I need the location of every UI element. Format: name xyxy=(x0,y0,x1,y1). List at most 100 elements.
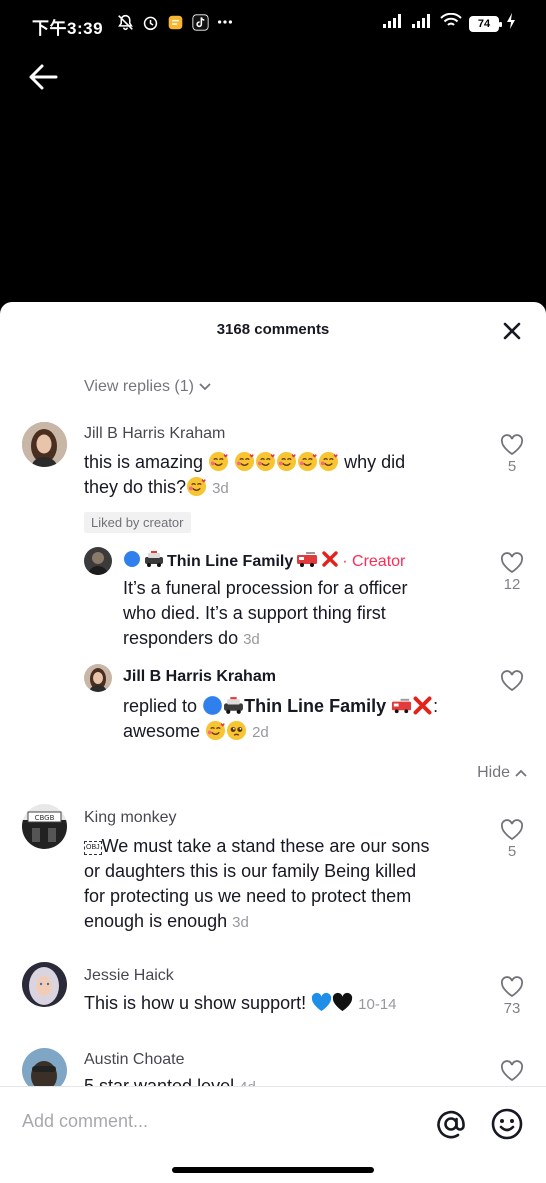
like-count: 5 xyxy=(507,843,517,860)
comment-text-part: 5 star wanted level xyxy=(84,1076,235,1086)
like-count: 5 xyxy=(507,458,517,475)
emoji-button[interactable] xyxy=(490,1107,524,1141)
smiling-hearts-emoji xyxy=(234,451,255,472)
chevron-down-icon xyxy=(199,383,211,391)
smiley-icon xyxy=(491,1108,523,1140)
svg-text:CBGB: CBGB xyxy=(35,814,55,822)
back-button[interactable] xyxy=(26,60,60,94)
close-icon xyxy=(503,322,521,340)
signal-icon xyxy=(411,13,433,34)
police-car-icon xyxy=(144,550,164,573)
like-button[interactable]: 5 xyxy=(497,434,527,475)
reply-text-line: It’s a funeral procession for a officer xyxy=(123,578,408,598)
heart-icon xyxy=(500,819,524,841)
like-count: 12 xyxy=(503,576,521,593)
charging-icon xyxy=(506,13,516,34)
pleading-face-emoji xyxy=(226,720,247,741)
smiling-hearts-emoji xyxy=(255,451,276,472)
replied-to-label: replied to xyxy=(123,696,198,716)
smiling-hearts-emoji xyxy=(318,451,339,472)
comment-time: 4d xyxy=(239,1079,256,1086)
like-button[interactable] xyxy=(497,1060,527,1082)
heart-icon xyxy=(500,670,524,692)
hide-replies-label: Hide xyxy=(477,764,510,781)
comment-author[interactable]: Jill B Harris Kraham xyxy=(84,425,225,443)
notes-app-icon xyxy=(166,13,184,31)
avatar[interactable] xyxy=(22,422,67,467)
cross-mark-icon xyxy=(321,550,339,573)
heart-icon xyxy=(500,552,524,574)
obj-placeholder-icon: OBJ xyxy=(84,841,102,855)
status-notification-icons xyxy=(116,13,234,31)
smiling-hearts-emoji xyxy=(276,451,297,472)
avatar[interactable] xyxy=(84,547,112,575)
like-button[interactable]: 73 xyxy=(497,976,527,1017)
comment-time: 10-14 xyxy=(358,996,397,1013)
comment-author[interactable]: Jessie Haick xyxy=(84,967,174,985)
comment-time: 3d xyxy=(232,914,249,931)
smiling-hearts-emoji xyxy=(208,451,234,472)
blue-circle-icon xyxy=(123,550,141,573)
view-replies-button[interactable]: View replies (1) xyxy=(84,378,212,396)
heart-icon xyxy=(500,976,524,998)
reply-text-line: responders do xyxy=(123,628,239,648)
comment-time: 3d xyxy=(212,480,229,497)
heart-icon xyxy=(500,434,524,456)
like-count: 73 xyxy=(503,1000,521,1017)
smiling-hearts-emoji xyxy=(205,720,226,741)
comment-text-part: this is amazing xyxy=(84,452,204,472)
replied-to-name[interactable]: Thin Line Family xyxy=(244,696,386,716)
reply-text-part: awesome xyxy=(123,721,201,741)
hide-replies-button[interactable]: Hide xyxy=(477,764,528,782)
home-indicator xyxy=(172,1167,374,1173)
sheet-header: 3168 comments xyxy=(0,302,546,358)
alarm-icon xyxy=(141,13,159,31)
liked-by-creator-badge: Liked by creator xyxy=(84,512,191,533)
avatar[interactable] xyxy=(22,962,67,1007)
like-button[interactable]: 5 xyxy=(497,819,527,860)
comment-text-part: why did xyxy=(344,452,406,472)
reply-author[interactable]: Thin Line Family xyxy=(167,553,293,571)
view-replies-label: View replies (1) xyxy=(84,378,194,395)
comment-text: OBJ We must take a stand these are our so… xyxy=(84,834,494,935)
comment-text-line: We must take a stand these are our sons xyxy=(101,836,430,856)
heart-icon xyxy=(500,1060,524,1082)
add-comment-input[interactable]: Add comment... xyxy=(22,1111,148,1132)
comments-sheet: 3168 comments View replies (1) Jill B Ha… xyxy=(0,302,546,1183)
status-system-icons: 74 xyxy=(382,12,516,34)
blue-circle-icon xyxy=(202,696,223,716)
reply-text-line: who died. It’s a support thing first xyxy=(123,603,386,623)
status-bar: 下午3:39 74 xyxy=(0,0,546,50)
close-button[interactable] xyxy=(500,319,524,343)
more-dots-icon xyxy=(216,13,234,31)
signal-icon xyxy=(382,13,404,34)
reply-time: 3d xyxy=(243,631,260,648)
comment-text-line: enough is enough xyxy=(84,911,228,931)
reply-text: It’s a funeral procession for a officer … xyxy=(123,576,483,652)
comment-list[interactable]: View replies (1) Jill B Harris Kraham th… xyxy=(0,358,546,1086)
like-button[interactable]: 12 xyxy=(497,552,527,593)
comment-author[interactable]: King monkey xyxy=(84,809,177,827)
avatar[interactable] xyxy=(22,1048,67,1086)
comment-text: this is amazing why did they do this? 3d xyxy=(84,450,474,501)
like-button[interactable] xyxy=(497,670,527,692)
back-arrow-icon xyxy=(29,64,58,90)
comment-author[interactable]: Austin Choate xyxy=(84,1051,185,1069)
blue-heart-emoji xyxy=(311,992,332,1013)
creator-tag: · Creator xyxy=(342,552,406,570)
battery-icon: 74 xyxy=(469,15,502,32)
mention-button[interactable] xyxy=(434,1107,468,1141)
avatar[interactable]: CBGB xyxy=(22,804,67,849)
avatar[interactable] xyxy=(84,664,112,692)
comment-text-line: or daughters this is our family Being ki… xyxy=(84,861,417,881)
wifi-icon xyxy=(440,12,462,34)
fire-engine-icon xyxy=(296,550,318,573)
black-heart-emoji xyxy=(332,992,353,1013)
reply-text: replied to Thin Line Family : awesome 2d xyxy=(123,696,439,741)
reply-author-line: Thin Line Family · Creator xyxy=(123,550,405,573)
reply-author[interactable]: Jill B Harris Kraham xyxy=(123,668,276,686)
comment-text-line: for protecting us we need to protect the… xyxy=(84,886,412,906)
status-time: 下午3:39 xyxy=(32,19,104,38)
comments-count: 3168 comments xyxy=(216,321,330,338)
bell-off-icon xyxy=(116,13,134,31)
